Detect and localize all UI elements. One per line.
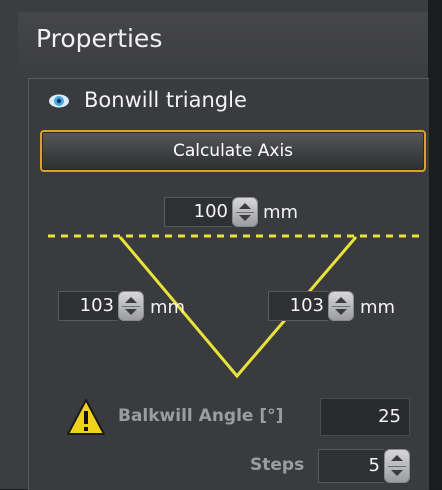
left-distance-stepper[interactable] — [118, 291, 144, 321]
chevron-down-icon[interactable] — [239, 215, 251, 221]
panel-edge — [428, 0, 442, 489]
steps-field[interactable]: 5 — [318, 449, 384, 483]
left-distance-unit: mm — [150, 297, 186, 318]
eye-icon[interactable] — [48, 93, 70, 109]
calculate-axis-button[interactable]: Calculate Axis — [40, 130, 426, 172]
left-distance-field[interactable]: 103 — [58, 291, 118, 321]
chevron-up-icon[interactable] — [125, 297, 137, 303]
balkwill-angle-field[interactable]: 25 — [320, 398, 410, 436]
right-distance-field[interactable]: 103 — [268, 291, 328, 321]
top-distance-stepper[interactable] — [232, 197, 258, 227]
stepper-divider — [332, 306, 350, 307]
top-distance-unit: mm — [263, 202, 299, 223]
warning-icon — [67, 399, 105, 435]
chevron-up-icon[interactable] — [239, 203, 251, 209]
panel-title: Properties — [36, 24, 163, 53]
steps-stepper[interactable] — [384, 449, 410, 483]
stepper-divider — [388, 466, 406, 467]
chevron-up-icon[interactable] — [335, 297, 347, 303]
group-title: Bonwill triangle — [84, 88, 247, 112]
stepper-divider — [122, 306, 140, 307]
chevron-down-icon[interactable] — [125, 309, 137, 315]
chevron-up-icon[interactable] — [391, 455, 403, 461]
top-distance-field[interactable]: 100 — [164, 197, 232, 227]
balkwill-angle-label: Balkwill Angle [°] — [118, 406, 284, 426]
stepper-divider — [236, 212, 254, 213]
right-distance-unit: mm — [360, 297, 396, 318]
steps-label: Steps — [250, 455, 305, 475]
right-distance-stepper[interactable] — [328, 291, 354, 321]
chevron-down-icon[interactable] — [335, 309, 347, 315]
chevron-down-icon[interactable] — [391, 470, 403, 476]
